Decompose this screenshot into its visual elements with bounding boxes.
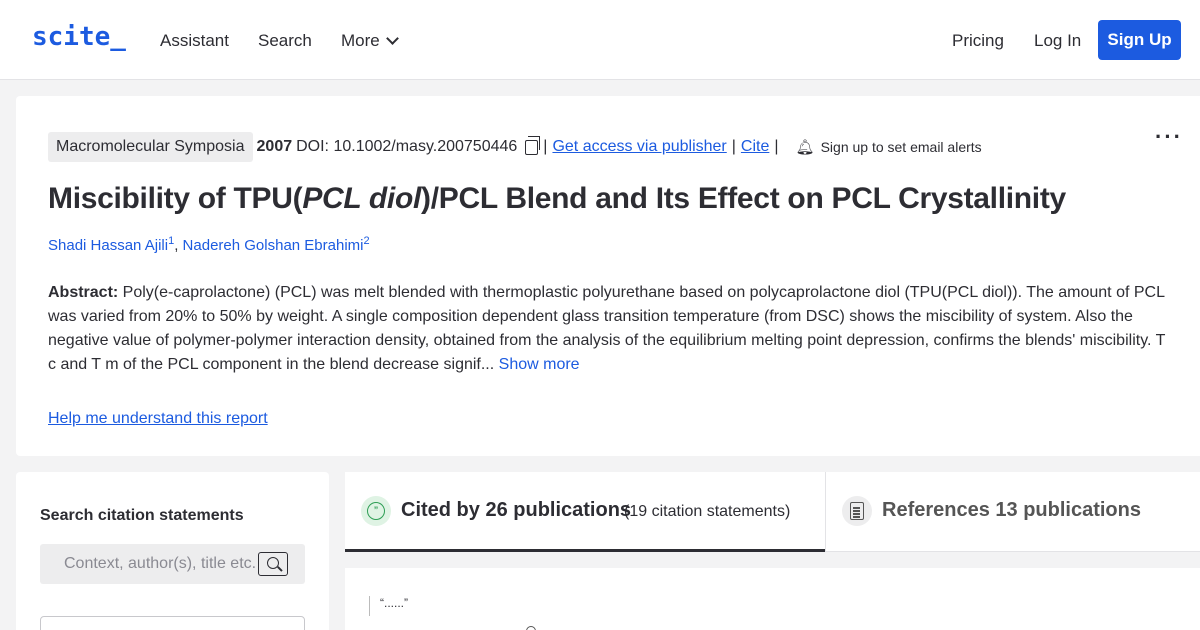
citation-statement-card	[345, 568, 1200, 630]
cite-link[interactable]: Cite	[741, 138, 769, 156]
author-link[interactable]: Nadereh Golshan Ebrahimi	[183, 237, 364, 254]
divider: |	[731, 138, 736, 155]
copy-icon[interactable]	[525, 135, 541, 155]
tab-divider	[825, 472, 826, 552]
author-separator: ,	[174, 237, 183, 254]
nav-more[interactable]: More	[341, 31, 399, 51]
help-understand-link[interactable]: Help me understand this report	[48, 410, 268, 428]
abstract: Abstract: Poly(e-caprolactone) (PCL) was…	[48, 281, 1173, 377]
abstract-label: Abstract:	[48, 284, 119, 301]
bell-icon[interactable]: 🔔︎	[796, 138, 815, 156]
more-options-icon[interactable]: ···	[1155, 124, 1183, 150]
divider: |	[774, 138, 779, 155]
abstract-text: Poly(e-caprolactone) (PCL) was melt blen…	[48, 284, 1166, 373]
sort-select[interactable]	[40, 616, 305, 630]
title-part: Miscibility of TPU(	[48, 182, 303, 215]
citation-statements-count: (19 citation statements)	[624, 503, 791, 520]
paper-title: Miscibility of TPU(PCL diol)/PCL Blend a…	[48, 182, 1066, 216]
scite-logo[interactable]: scite_	[32, 22, 126, 52]
get-access-link[interactable]: Get access via publisher	[552, 138, 726, 156]
show-more-link[interactable]: Show more	[494, 356, 580, 373]
journal-badge[interactable]: Macromolecular Symposia	[48, 132, 253, 162]
affiliation-marker: 2	[363, 235, 370, 247]
tab-cited-by[interactable]: Cited by 26 publications	[401, 499, 631, 522]
author-link[interactable]: Shadi Hassan Ajili	[48, 237, 168, 254]
search-icon	[267, 557, 279, 569]
tab-divider	[825, 551, 1200, 552]
chevron-down-icon	[385, 32, 399, 45]
citation-quote-icon: ”	[361, 496, 391, 526]
title-part: )/PCL Blend and Its Effect on PCL Crysta…	[421, 182, 1066, 215]
doi-text: DOI: 10.1002/masy.200750446	[296, 138, 518, 155]
pricing-link[interactable]: Pricing	[952, 31, 1004, 51]
info-icon[interactable]	[526, 626, 536, 630]
nav-assistant[interactable]: Assistant	[160, 31, 229, 51]
signup-button[interactable]: Sign Up	[1098, 20, 1181, 60]
search-button[interactable]	[258, 552, 288, 576]
nav-more-label: More	[341, 31, 380, 50]
publication-year: 2007	[256, 138, 293, 155]
author-list: Shadi Hassan Ajili1, Nadereh Golshan Ebr…	[48, 235, 370, 254]
references-document-icon	[842, 496, 872, 526]
divider: |	[543, 138, 548, 155]
quote-bar	[369, 596, 370, 616]
active-tab-indicator	[345, 549, 825, 552]
login-link[interactable]: Log In	[1034, 31, 1081, 51]
title-italic-part: PCL diol	[302, 182, 422, 215]
tab-references[interactable]: References 13 publications	[882, 499, 1141, 522]
email-alerts-link[interactable]: Sign up to set email alerts	[821, 139, 982, 155]
paper-meta-row: Macromolecular Symposia 2007 DOI: 10.100…	[48, 132, 982, 162]
search-placeholder: Context, author(s), title etc.	[64, 555, 257, 572]
search-panel-title: Search citation statements	[40, 507, 244, 524]
nav-search[interactable]: Search	[258, 31, 312, 51]
top-nav-bar: scite_ Assistant Search More Pricing Log…	[0, 0, 1200, 80]
citation-quote: “......”	[380, 596, 408, 610]
